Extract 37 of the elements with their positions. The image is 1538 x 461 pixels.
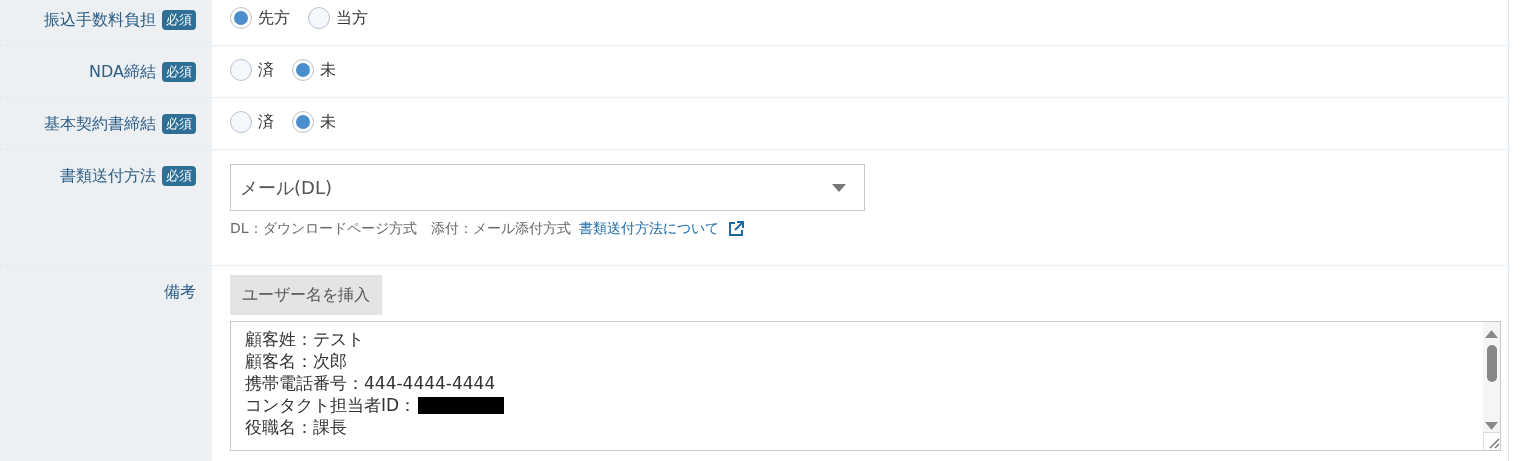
text-line: コンタクト担当者ID： (245, 394, 417, 416)
field-label: 書類送付方法 (60, 166, 156, 186)
help-text: DL：ダウンロードページ方式 添付：メール添付方式 (230, 220, 571, 238)
field-label: NDA締結 (89, 62, 156, 82)
field-label: 振込手数料負担 (44, 10, 156, 30)
radio-button[interactable] (230, 111, 252, 133)
required-badge: 必須 (162, 114, 196, 134)
resize-grip-icon (1482, 432, 1500, 450)
radio-button[interactable] (230, 7, 252, 29)
field-label: 備考 (164, 282, 196, 302)
radio-option[interactable]: 済 (230, 59, 274, 81)
caret-icon (832, 183, 846, 192)
radio-button[interactable] (292, 111, 314, 133)
select-field[interactable]: メール(DL) (230, 164, 865, 211)
radio-option[interactable]: 未 (292, 111, 336, 133)
required-badge: 必須 (162, 62, 196, 82)
radio-button[interactable] (308, 7, 330, 29)
radio-option[interactable]: 済 (230, 111, 274, 133)
radio-option[interactable]: 未 (292, 59, 336, 81)
radio-button[interactable] (292, 59, 314, 81)
field-label: 基本契約書締結 (44, 114, 156, 134)
required-badge: 必須 (162, 166, 196, 186)
radio-button[interactable] (230, 59, 252, 81)
scroll-down-icon (1483, 420, 1500, 432)
required-badge: 必須 (162, 10, 196, 30)
text-line: 携帯電話番号：444-4444-4444 (245, 372, 496, 394)
radio-option[interactable]: 当方 (308, 7, 368, 29)
text-line: 顧客姓：テスト (245, 328, 364, 350)
text-line: 役職名：課長 (245, 416, 347, 438)
scroll-up-icon (1483, 328, 1500, 340)
insert-button[interactable]: ユーザー名を挿入 (230, 275, 382, 315)
text-area[interactable]: 顧客姓：テスト 顧客名：次郎 携帯電話番号：444-4444-4444 コンタクト担当者ID： 役職名：課長 (230, 321, 1501, 451)
external-link-icon (726, 220, 745, 238)
scroll-thumb[interactable] (1486, 345, 1497, 382)
help-link[interactable]: 書類送付方法について (578, 220, 719, 238)
radio-option[interactable]: 先方 (230, 7, 290, 29)
text-line: 顧客名：次郎 (245, 350, 347, 372)
